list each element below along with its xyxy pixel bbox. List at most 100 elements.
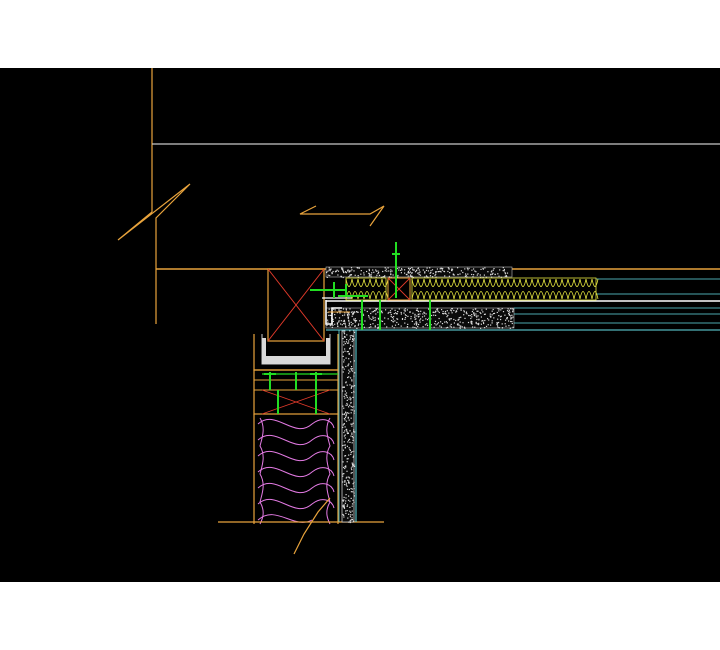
board-speckle — [404, 272, 406, 274]
board-speckle — [350, 491, 352, 493]
board-speckle — [415, 309, 418, 311]
board-speckle — [351, 488, 353, 490]
board-speckle — [343, 341, 345, 343]
board-speckle — [406, 326, 408, 328]
board-speckle — [351, 510, 353, 512]
board-speckle — [483, 274, 485, 276]
board-speckle — [453, 309, 455, 312]
board-speckle — [338, 309, 340, 311]
board-speckle — [394, 324, 397, 326]
board-speckle — [342, 308, 345, 310]
board-speckle — [403, 309, 405, 311]
board-speckle — [352, 422, 354, 424]
board-speckle — [351, 354, 353, 356]
board-speckle — [349, 347, 351, 350]
board-speckle — [342, 355, 344, 357]
board-speckle — [344, 444, 346, 446]
board-speckle — [348, 482, 350, 484]
board-speckle — [409, 267, 411, 270]
board-speckle — [327, 274, 329, 276]
board-speckle — [344, 467, 346, 470]
board-speckle — [508, 325, 510, 327]
board-speckle — [376, 308, 378, 310]
board-speckle — [345, 413, 348, 415]
board-speckle — [459, 327, 461, 329]
board-speckle — [434, 320, 437, 322]
board-speckle — [464, 275, 466, 277]
board-speckle — [344, 502, 346, 504]
board-speckle — [342, 445, 344, 447]
board-speckle — [343, 407, 345, 409]
board-speckle — [506, 275, 508, 278]
board-speckle — [465, 273, 467, 275]
board-speckle — [472, 309, 474, 311]
board-speckle — [472, 276, 474, 278]
board-speckle — [491, 276, 493, 278]
board-speckle — [497, 318, 499, 320]
board-speckle — [467, 321, 470, 324]
board-speckle — [442, 310, 444, 313]
board-speckle — [342, 413, 344, 415]
board-speckle — [353, 492, 355, 494]
board-speckle — [445, 321, 447, 323]
board-speckle — [350, 311, 352, 313]
board-speckle — [502, 311, 505, 313]
board-speckle — [345, 420, 348, 422]
board-speckle — [344, 323, 346, 325]
board-speckle — [447, 326, 449, 328]
board-speckle — [457, 319, 459, 321]
board-speckle — [424, 324, 427, 326]
board-speckle — [392, 320, 394, 322]
board-speckle — [395, 312, 397, 314]
board-speckle — [481, 309, 483, 311]
board-speckle — [489, 313, 491, 315]
board-speckle — [336, 323, 339, 325]
board-speckle — [377, 311, 379, 313]
board-speckle — [348, 270, 350, 272]
board-speckle — [351, 409, 354, 411]
wall-lining — [338, 329, 357, 524]
board-speckle — [435, 314, 437, 316]
board-speckle — [470, 321, 472, 323]
board-speckle — [350, 270, 352, 272]
board-speckle — [329, 274, 331, 277]
board-speckle — [343, 435, 345, 437]
board-speckle — [391, 308, 393, 310]
board-speckle — [330, 268, 332, 270]
board-speckle — [415, 321, 417, 323]
board-speckle — [482, 311, 484, 313]
board-speckle — [404, 322, 406, 324]
board-speckle — [471, 273, 473, 276]
board-speckle — [344, 314, 346, 316]
board-speckle — [348, 369, 350, 371]
board-speckle — [354, 321, 356, 323]
board-speckle — [381, 320, 384, 322]
board-speckle — [344, 446, 346, 448]
board-speckle — [342, 513, 344, 516]
board-speckle — [377, 272, 379, 275]
board-speckle — [351, 340, 353, 342]
board-speckle — [419, 319, 421, 321]
board-speckle — [357, 267, 359, 269]
board-speckle — [500, 315, 502, 317]
board-speckle — [348, 372, 350, 374]
board-speckle — [344, 320, 346, 322]
board-speckle — [366, 310, 368, 313]
board-speckle — [422, 319, 424, 321]
board-speckle — [457, 273, 459, 276]
board-speckle — [481, 320, 483, 322]
board-speckle — [368, 316, 370, 318]
board-speckle — [476, 274, 478, 276]
board-speckle — [368, 315, 370, 317]
board-speckle — [351, 435, 354, 438]
board-speckle — [510, 308, 512, 310]
board-speckle — [343, 395, 345, 397]
board-speckle — [373, 310, 375, 312]
board-speckle — [347, 417, 349, 419]
board-speckle — [356, 327, 358, 329]
board-speckle — [492, 308, 494, 311]
board-speckle — [393, 313, 395, 315]
board-speckle — [511, 314, 513, 316]
board-speckle — [490, 273, 492, 275]
board-speckle — [387, 267, 389, 269]
